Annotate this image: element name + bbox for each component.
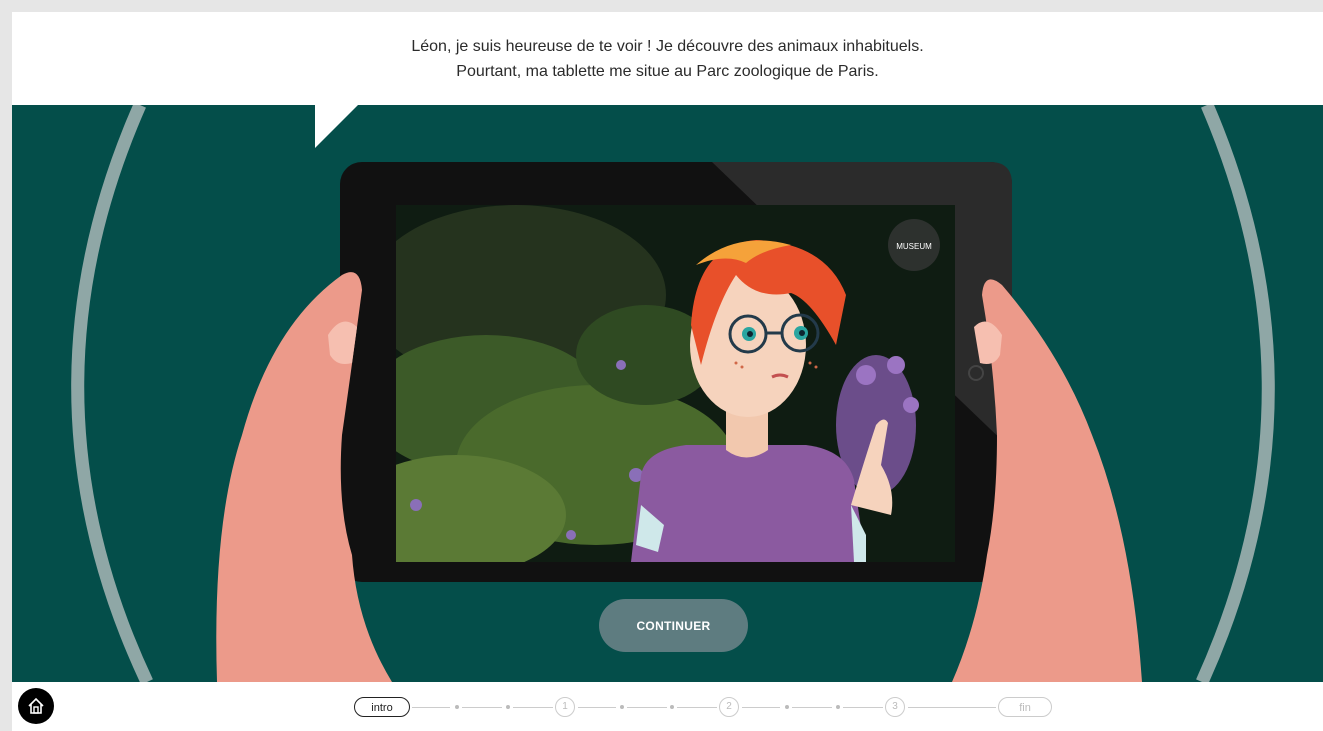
dialogue-line-2: Pourtant, ma tablette me situe au Parc z… xyxy=(456,63,879,80)
step-dot xyxy=(620,705,624,709)
step-dot xyxy=(455,705,459,709)
progress-line xyxy=(792,707,832,708)
progress-line xyxy=(462,707,502,708)
step-dot xyxy=(785,705,789,709)
step-2[interactable]: 2 xyxy=(719,697,739,717)
dialogue-line-1: Léon, je suis heureuse de te voir ! Je d… xyxy=(411,38,924,55)
step-dot xyxy=(506,705,510,709)
game-frame: Léon, je suis heureuse de te voir ! Je d… xyxy=(12,12,1323,731)
progress-line xyxy=(677,707,717,708)
progress-line xyxy=(742,707,780,708)
progress-line xyxy=(627,707,667,708)
step-1[interactable]: 1 xyxy=(555,697,575,717)
step-intro[interactable]: intro xyxy=(354,697,410,717)
progress-line xyxy=(412,707,450,708)
left-hand xyxy=(216,272,392,682)
speech-bubble: Léon, je suis heureuse de te voir ! Je d… xyxy=(12,12,1323,105)
progress-tracker: intro 1 2 3 fin xyxy=(0,697,1323,725)
step-dot xyxy=(836,705,840,709)
progress-line xyxy=(513,707,553,708)
step-3[interactable]: 3 xyxy=(885,697,905,717)
step-fin[interactable]: fin xyxy=(998,697,1052,717)
progress-line xyxy=(908,707,996,708)
progress-line xyxy=(578,707,616,708)
scene: MUSEUM CONTINUER xyxy=(12,105,1323,682)
hands-layer xyxy=(216,272,1142,682)
speech-bubble-tail xyxy=(315,104,359,148)
progress-line xyxy=(843,707,883,708)
step-dot xyxy=(670,705,674,709)
continue-button[interactable]: CONTINUER xyxy=(599,599,748,652)
